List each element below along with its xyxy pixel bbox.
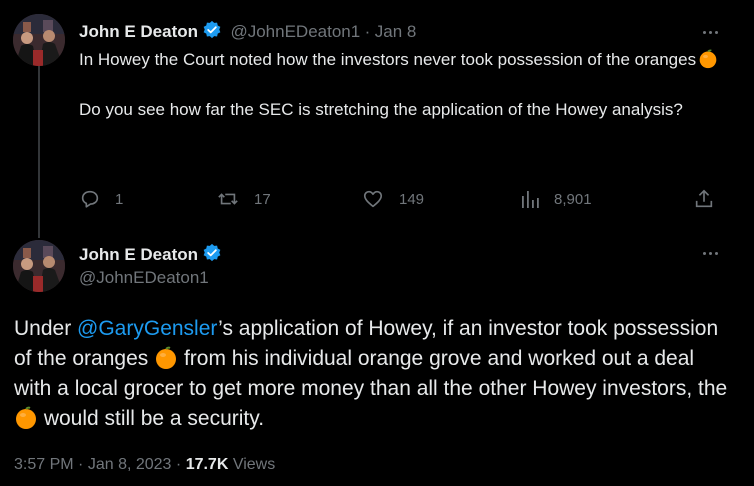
- tweet-header: John E Deaton @JohnEDeaton1 · Jan 8: [79, 20, 416, 45]
- orange-emoji-icon: [154, 346, 178, 370]
- author-handle[interactable]: @JohnEDeaton1: [79, 268, 209, 288]
- views-icon: [522, 191, 539, 208]
- tweet-text-segment: would still be a security.: [38, 407, 265, 430]
- views-count: 17.7K: [185, 456, 229, 473]
- orange-emoji-icon: [14, 406, 38, 430]
- avatar-image: [13, 14, 65, 66]
- mention-link[interactable]: @GaryGensler: [77, 317, 218, 340]
- tweet-header: John E Deaton: [79, 243, 222, 268]
- tweet-date[interactable]: Jan 8, 2023: [88, 456, 172, 473]
- thread-connector-line: [38, 64, 40, 238]
- avatar-image: [13, 240, 65, 292]
- tweet-date[interactable]: Jan 8: [375, 22, 417, 41]
- views-button[interactable]: 8,901: [520, 188, 592, 210]
- tweet-time[interactable]: 3:57 PM: [14, 456, 74, 473]
- like-button[interactable]: 149: [361, 188, 424, 210]
- views-count: 8,901: [554, 190, 592, 208]
- repost-button[interactable]: 17: [216, 188, 271, 210]
- tweet-text-segment: Under: [14, 317, 78, 340]
- separator-dot: ·: [175, 456, 182, 473]
- share-icon: [695, 189, 713, 208]
- author-name[interactable]: John E Deaton: [79, 22, 198, 41]
- verified-badge-icon: [202, 20, 222, 45]
- like-count: 149: [399, 190, 425, 208]
- repost-icon: [218, 193, 238, 205]
- tweet-text-line: In Howey the Court noted how the investo…: [79, 50, 697, 69]
- more-options-icon[interactable]: [698, 22, 722, 42]
- reply-icon: [81, 190, 99, 208]
- reply-count: 1: [115, 190, 124, 208]
- separator-dot: ·: [364, 22, 371, 41]
- tweet-text-line: Do you see how far the SEC is stretching…: [79, 100, 683, 119]
- more-options-icon[interactable]: [698, 243, 722, 263]
- avatar[interactable]: [13, 240, 65, 292]
- orange-emoji-icon: [698, 49, 718, 69]
- repost-count: 17: [254, 190, 271, 208]
- author-name[interactable]: John E Deaton: [79, 245, 198, 264]
- like-icon: [363, 190, 383, 208]
- tweet-meta: 3:57 PM · Jan 8, 2023 · 17.7K Views: [14, 456, 275, 474]
- tweet-text: Under @GaryGensler’s application of Howe…: [14, 314, 734, 434]
- author-handle[interactable]: @JohnEDeaton1: [230, 22, 360, 41]
- share-button[interactable]: [693, 188, 715, 210]
- verified-badge-icon: [202, 243, 222, 268]
- tweet-actions: 1 17 149 8,901: [79, 188, 719, 212]
- views-label: Views: [232, 456, 276, 473]
- tweet-text: In Howey the Court noted how the investo…: [79, 47, 719, 122]
- avatar[interactable]: [13, 14, 65, 66]
- separator-dot: ·: [78, 456, 84, 473]
- reply-button[interactable]: 1: [79, 188, 123, 210]
